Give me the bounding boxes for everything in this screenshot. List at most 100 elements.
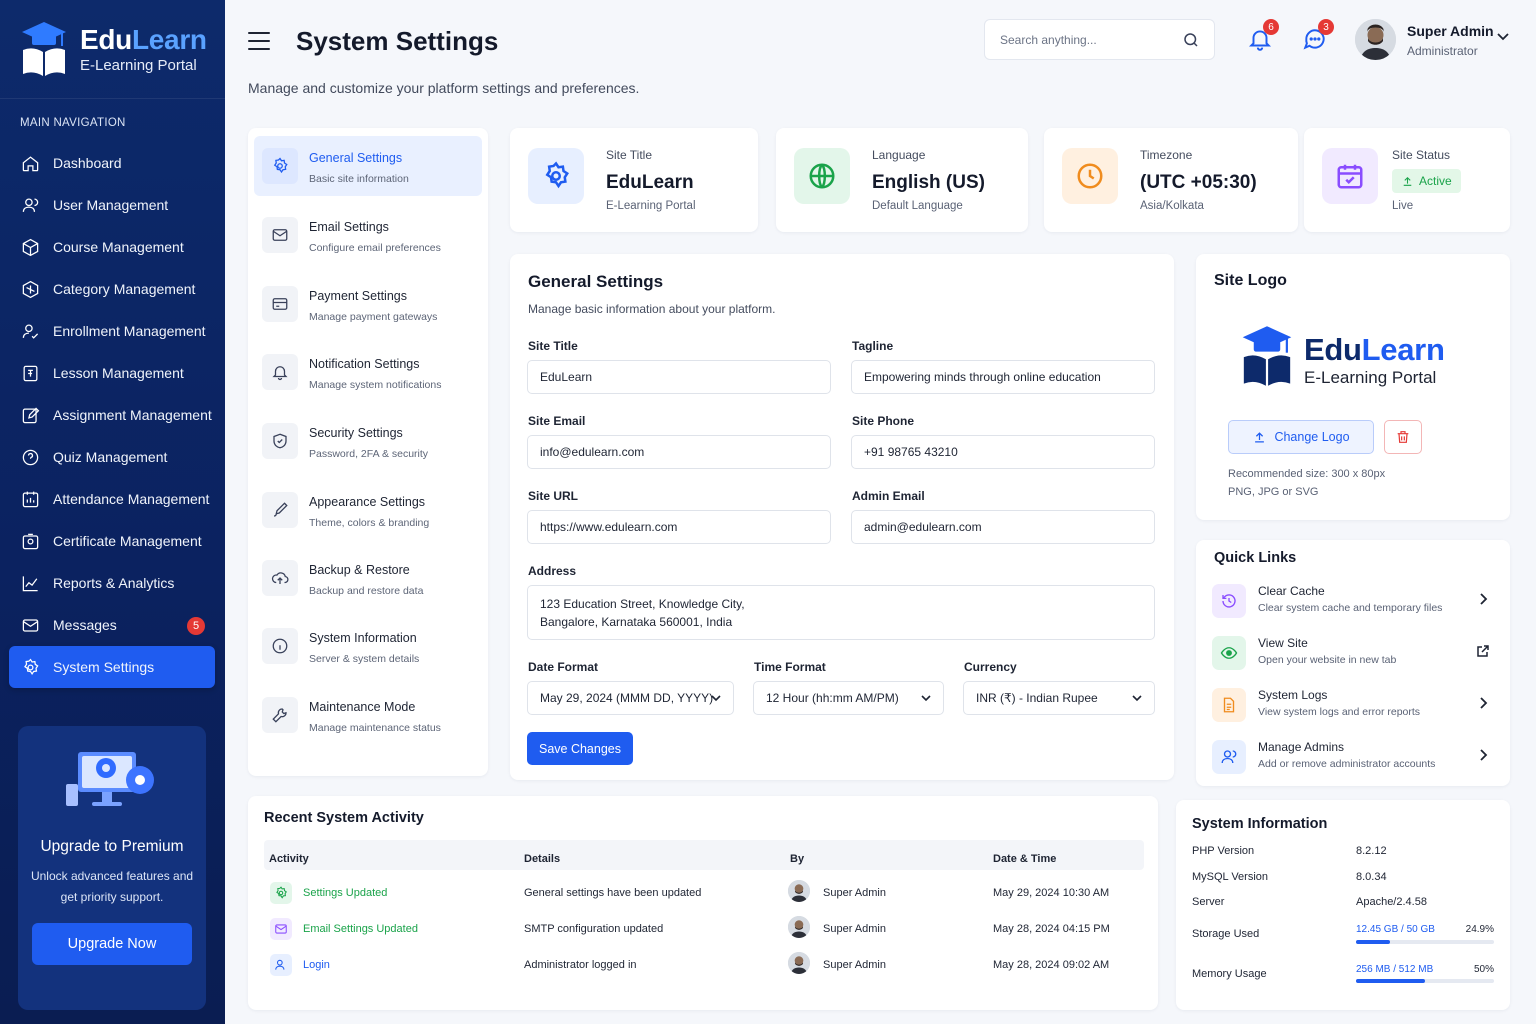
quick-link-manage-admins[interactable]: Manage Admins Add or remove administrato…	[1212, 736, 1500, 780]
upgrade-now-button[interactable]: Upgrade Now	[32, 923, 192, 965]
chevron-right-icon	[1480, 593, 1488, 605]
stat-sub: Live	[1392, 200, 1414, 212]
settings-nav-desc: Backup and restore data	[309, 585, 424, 597]
globe-icon	[794, 148, 850, 204]
sidebar-item-label: User Management	[53, 197, 169, 213]
settings-nav-desc: Basic site information	[309, 173, 409, 185]
certificate-icon	[20, 531, 40, 551]
activity-time: May 28, 2024 04:15 PM	[993, 923, 1110, 935]
sidebar-item-reports[interactable]: Reports & Analytics	[9, 562, 215, 604]
quick-link-system-logs[interactable]: System Logs View system logs and error r…	[1212, 684, 1500, 728]
users-icon	[1212, 740, 1246, 774]
sidebar-item-system-settings[interactable]: System Settings	[9, 646, 215, 688]
sidebar-item-label: System Settings	[53, 659, 155, 675]
category-icon	[20, 279, 40, 299]
sidebar-item-label: Enrollment Management	[53, 323, 206, 339]
gear-icon	[528, 148, 584, 204]
sidebar-item-lessons[interactable]: Lesson Management	[9, 352, 215, 394]
activity-by: Super Admin	[823, 887, 886, 899]
sidebar: EduLearn E-Learning Portal MAIN NAVIGATI…	[0, 0, 225, 1024]
brand-logo[interactable]: EduLearn E-Learning Portal	[20, 20, 207, 78]
settings-nav-title: Backup & Restore	[309, 563, 410, 577]
address-label: Address	[528, 564, 577, 578]
site-url-input[interactable]: https://www.edulearn.com	[527, 510, 831, 544]
upload-icon	[1255, 431, 1265, 442]
currency-select[interactable]: INR (₹) - Indian Rupee	[963, 681, 1155, 715]
logo-preview-name: EduLearn	[1304, 332, 1445, 367]
hamburger-menu-icon[interactable]	[248, 32, 270, 50]
mail-icon	[270, 918, 292, 940]
table-header: Activity Details By Date & Time	[264, 840, 1144, 870]
settings-nav-security[interactable]: Security Settings Password, 2FA & securi…	[254, 411, 482, 471]
bell-icon	[262, 354, 298, 390]
quiz-icon	[20, 447, 40, 467]
tagline-input[interactable]: Empowering minds through online educatio…	[851, 360, 1155, 394]
sidebar-item-quiz[interactable]: Quiz Management	[9, 436, 215, 478]
messages-button[interactable]: 3	[1302, 19, 1334, 54]
stat-label: Timezone	[1140, 148, 1193, 162]
user-name[interactable]: Super Admin	[1407, 23, 1494, 39]
settings-nav-email[interactable]: Email Settings Configure email preferenc…	[254, 205, 482, 265]
site-email-input[interactable]: info@edulearn.com	[527, 435, 831, 469]
sidebar-item-messages[interactable]: Messages 5	[9, 604, 215, 646]
search-icon[interactable]	[1182, 31, 1200, 49]
table-row[interactable]: Settings Updated General settings have b…	[264, 876, 1144, 912]
shield-icon	[262, 423, 298, 459]
settings-nav-maintenance[interactable]: Maintenance Mode Manage maintenance stat…	[254, 685, 482, 745]
sidebar-item-label: Quiz Management	[53, 449, 168, 465]
activity-details: SMTP configuration updated	[524, 923, 664, 935]
quick-link-view-site[interactable]: View Site Open your website in new tab	[1212, 632, 1500, 676]
chevron-down-icon	[1132, 695, 1142, 702]
chevron-down-icon[interactable]	[1497, 32, 1509, 42]
site-title-input[interactable]: EduLearn	[527, 360, 831, 394]
quick-link-title: View Site	[1258, 636, 1308, 650]
site-phone-input[interactable]: +91 98765 43210	[851, 435, 1155, 469]
external-link-icon	[1477, 645, 1489, 657]
admin-email-input[interactable]: admin@edulearn.com	[851, 510, 1155, 544]
settings-nav-appearance[interactable]: Appearance Settings Theme, colors & bran…	[254, 480, 482, 540]
status-badge: Active	[1392, 169, 1461, 193]
activity-name: Login	[303, 959, 330, 971]
credit-card-icon	[262, 286, 298, 322]
delete-logo-button[interactable]	[1384, 420, 1422, 454]
change-logo-button[interactable]: Change Logo	[1228, 420, 1374, 454]
sidebar-item-label: Messages	[53, 617, 117, 633]
address-textarea[interactable]: 123 Education Street, Knowledge City, Ba…	[527, 585, 1155, 640]
settings-nav-system-info[interactable]: System Information Server & system detai…	[254, 616, 482, 676]
settings-nav-title: Security Settings	[309, 426, 403, 440]
sidebar-item-dashboard[interactable]: Dashboard	[9, 142, 215, 184]
save-changes-button[interactable]: Save Changes	[527, 732, 633, 765]
php-version-value: 8.2.12	[1356, 845, 1387, 857]
stat-card-site-status: Site Status Active Live	[1304, 128, 1510, 232]
search-input[interactable]: Search anything...	[984, 19, 1215, 60]
sidebar-item-categories[interactable]: Category Management	[9, 268, 215, 310]
search-placeholder: Search anything...	[1000, 33, 1097, 47]
section-description: Manage basic information about your plat…	[528, 302, 776, 316]
date-format-select[interactable]: May 29, 2024 (MMM DD, YYYY)	[527, 681, 734, 715]
currency-value: INR (₹) - Indian Rupee	[976, 691, 1098, 705]
sidebar-item-enrollment[interactable]: Enrollment Management	[9, 310, 215, 352]
avatar	[788, 880, 810, 902]
table-row[interactable]: Email Settings Updated SMTP configuratio…	[264, 912, 1144, 948]
time-format-select[interactable]: 12 Hour (hh:mm AM/PM)	[753, 681, 944, 715]
settings-nav-notification[interactable]: Notification Settings Manage system noti…	[254, 342, 482, 402]
avatar	[788, 916, 810, 938]
stat-sub: Asia/Kolkata	[1140, 200, 1204, 212]
sidebar-item-courses[interactable]: Course Management	[9, 226, 215, 268]
avatar[interactable]	[1355, 19, 1396, 60]
settings-nav-backup[interactable]: Backup & Restore Backup and restore data	[254, 548, 482, 608]
notifications-button[interactable]: 6	[1247, 19, 1279, 54]
quick-link-clear-cache[interactable]: Clear Cache Clear system cache and tempo…	[1212, 580, 1500, 624]
sidebar-item-attendance[interactable]: Attendance Management	[9, 478, 215, 520]
stat-card-timezone: Timezone (UTC +05:30) Asia/Kolkata	[1044, 128, 1298, 232]
users-icon	[20, 195, 40, 215]
table-row[interactable]: Login Administrator logged in Super Admi…	[264, 948, 1144, 984]
sidebar-item-label: Lesson Management	[53, 365, 184, 381]
sidebar-item-certificates[interactable]: Certificate Management	[9, 520, 215, 562]
settings-nav-general[interactable]: General Settings Basic site information	[254, 136, 482, 196]
stat-label: Site Title	[606, 148, 653, 162]
settings-nav-payment[interactable]: Payment Settings Manage payment gateways	[254, 274, 482, 334]
sidebar-item-users[interactable]: User Management	[9, 184, 215, 226]
cube-icon	[20, 237, 40, 257]
sidebar-item-assignments[interactable]: Assignment Management	[9, 394, 215, 436]
